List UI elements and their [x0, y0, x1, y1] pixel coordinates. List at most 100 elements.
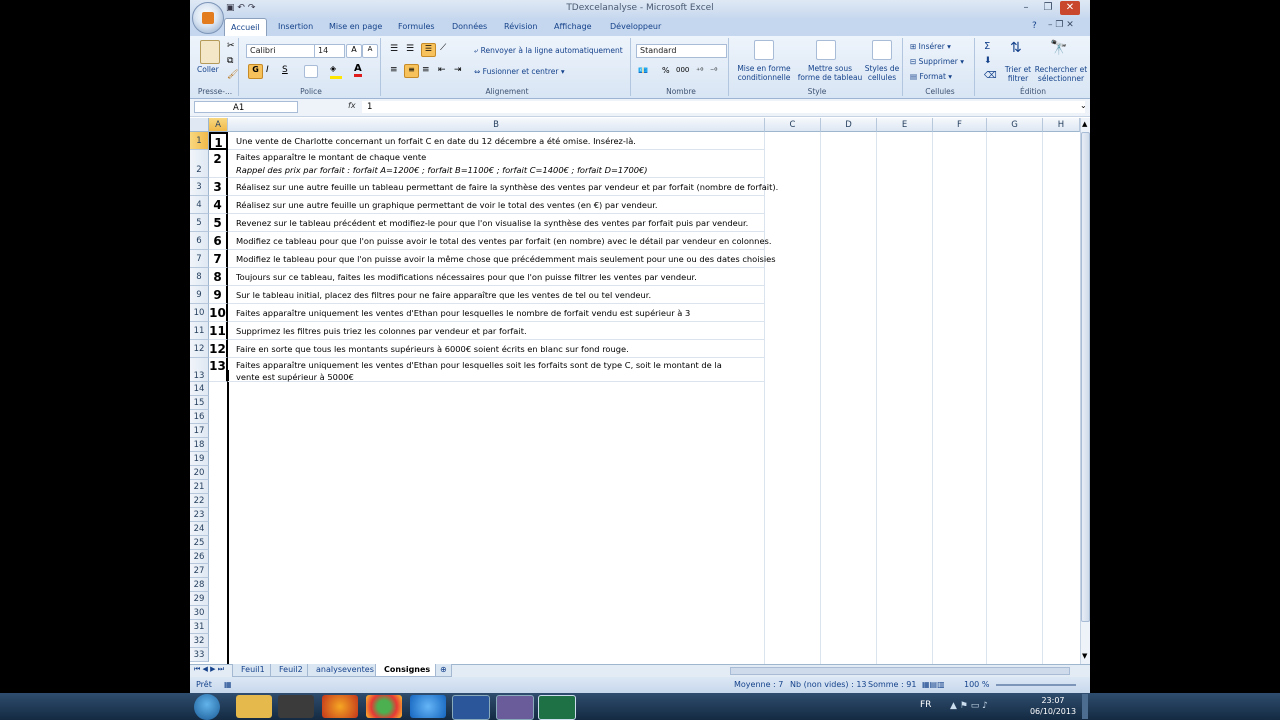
- quick-access-toolbar[interactable]: ▣ ↶ ↷: [226, 3, 255, 15]
- tray-icons[interactable]: ▲ ⚑ ▭ ♪: [950, 701, 988, 711]
- cell-a12[interactable]: 12: [209, 340, 228, 358]
- cell-b7[interactable]: Modifiez le tableau pour que l'on puisse…: [228, 250, 776, 268]
- cell-a2[interactable]: 2: [209, 150, 228, 178]
- align-bottom-icon[interactable]: ☰: [421, 43, 436, 57]
- row-header-25[interactable]: 25: [190, 536, 209, 550]
- format-table-icon[interactable]: [816, 40, 836, 60]
- cell-a3[interactable]: 3: [209, 178, 228, 196]
- row-header-21[interactable]: 21: [190, 480, 209, 494]
- font-color-icon[interactable]: A: [354, 63, 362, 77]
- minimize-button[interactable]: –: [1016, 1, 1036, 15]
- sheet-tab-analyseventes[interactable]: analyseventes: [307, 664, 383, 677]
- tab-insertion[interactable]: Insertion: [272, 18, 319, 36]
- excel-taskbar-icon[interactable]: [538, 695, 576, 720]
- row-header-31[interactable]: 31: [190, 620, 209, 634]
- align-top-icon[interactable]: ☰: [390, 44, 398, 54]
- borders-icon[interactable]: [304, 65, 318, 78]
- paste-icon[interactable]: [200, 40, 220, 64]
- scroll-down-icon[interactable]: ▼: [1082, 652, 1087, 660]
- format-button[interactable]: ▤ Format ▾: [910, 72, 952, 81]
- row-header-5[interactable]: 5: [190, 214, 209, 232]
- media-player-icon[interactable]: [278, 695, 314, 718]
- cut-icon[interactable]: ✂: [227, 41, 235, 51]
- fill-color-icon[interactable]: ◈: [330, 64, 342, 79]
- align-left-icon[interactable]: ≡: [390, 65, 398, 75]
- paste-button[interactable]: Coller: [197, 65, 219, 74]
- chrome-icon[interactable]: [366, 695, 402, 718]
- format-table-button[interactable]: Mettre sous forme de tableau: [796, 64, 864, 82]
- row-header-1[interactable]: 1: [190, 132, 209, 150]
- row-header-4[interactable]: 4: [190, 196, 209, 214]
- row-header-28[interactable]: 28: [190, 578, 209, 592]
- scroll-up-icon[interactable]: ▲: [1082, 120, 1087, 128]
- help-icon[interactable]: ?: [1032, 21, 1037, 31]
- cell-b3[interactable]: Réalisez sur une autre feuille un tablea…: [228, 178, 778, 196]
- vertical-scrollbar[interactable]: ▲ ▼: [1080, 118, 1090, 664]
- tab-mise-en-page[interactable]: Mise en page: [323, 18, 388, 36]
- cell-a6[interactable]: 6: [209, 232, 228, 250]
- tab-revision[interactable]: Révision: [498, 18, 543, 36]
- save-icon[interactable]: ▣: [226, 3, 235, 13]
- expand-formula-icon[interactable]: ⌄: [1080, 101, 1087, 110]
- column-header-e[interactable]: E: [877, 118, 933, 132]
- row-header-26[interactable]: 26: [190, 550, 209, 564]
- cell-a1[interactable]: 1: [209, 132, 228, 150]
- row-header-33[interactable]: 33: [190, 648, 209, 662]
- cell-a5[interactable]: 5: [209, 214, 228, 232]
- clock[interactable]: 23:07 06/10/2013: [1028, 695, 1078, 717]
- cell-b11[interactable]: Supprimez les filtres puis triez les col…: [228, 322, 765, 340]
- spreadsheet-grid[interactable]: A B C D E F G H 1 1 Une vente de Charlot…: [190, 118, 1080, 664]
- column-header-f[interactable]: F: [933, 118, 987, 132]
- shrink-font-icon[interactable]: A: [362, 44, 378, 58]
- office-button[interactable]: [192, 2, 224, 34]
- find-icon[interactable]: 🔭: [1050, 40, 1067, 56]
- tab-formules[interactable]: Formules: [392, 18, 441, 36]
- decrease-indent-icon[interactable]: ⇤: [438, 65, 446, 75]
- name-box[interactable]: A1: [194, 101, 298, 113]
- view-buttons-icon[interactable]: ▦▤▥: [922, 677, 945, 693]
- underline-button[interactable]: S: [282, 65, 288, 75]
- copy-icon[interactable]: ⧉: [227, 56, 233, 66]
- zoom-slider[interactable]: [996, 684, 1076, 686]
- cell-b1[interactable]: Une vente de Charlotte concernant un for…: [228, 132, 765, 150]
- scroll-thumb[interactable]: [1081, 132, 1090, 622]
- find-select-button[interactable]: Rechercher et sélectionner: [1034, 65, 1088, 83]
- fill-icon[interactable]: ⬇: [984, 56, 992, 66]
- cell-a7[interactable]: 7: [209, 250, 228, 268]
- currency-icon[interactable]: 💶: [638, 66, 648, 75]
- cell-b4[interactable]: Réalisez sur une autre feuille un graphi…: [228, 196, 765, 214]
- row-header-32[interactable]: 32: [190, 634, 209, 648]
- tab-developpeur[interactable]: Développeur: [604, 18, 667, 36]
- merge-center-button[interactable]: ⇔ Fusionner et centrer ▾: [474, 67, 565, 76]
- row-header-11[interactable]: 11: [190, 322, 209, 340]
- thousands-button[interactable]: 000: [676, 66, 689, 74]
- row-header-14[interactable]: 14: [190, 382, 209, 396]
- internet-explorer-icon[interactable]: [410, 695, 446, 718]
- row-header-23[interactable]: 23: [190, 508, 209, 522]
- italic-button[interactable]: I: [266, 65, 269, 75]
- insert-button[interactable]: ⊞ Insérer ▾: [910, 42, 951, 51]
- start-button[interactable]: [194, 694, 220, 720]
- decrease-decimal-icon[interactable]: ⁻⁰: [710, 66, 717, 75]
- cell-styles-button[interactable]: Styles de cellules: [864, 64, 900, 82]
- sort-filter-icon[interactable]: ⇅: [1010, 40, 1022, 56]
- cell-b12[interactable]: Faire en sorte que tous les montants sup…: [228, 340, 765, 358]
- sort-filter-button[interactable]: Trier et filtrer: [1002, 65, 1034, 83]
- cell-a9[interactable]: 9: [209, 286, 228, 304]
- row-header-10[interactable]: 10: [190, 304, 209, 322]
- align-middle-icon[interactable]: ☰: [406, 44, 414, 54]
- cell-b9[interactable]: Sur le tableau initial, placez des filtr…: [228, 286, 765, 304]
- column-header-c[interactable]: C: [765, 118, 821, 132]
- column-header-a[interactable]: A: [209, 118, 228, 132]
- format-painter-icon[interactable]: 🖌: [227, 70, 238, 80]
- sheet-tab-feuil2[interactable]: Feuil2: [270, 664, 312, 677]
- sheet-tab-feuil1[interactable]: Feuil1: [232, 664, 274, 677]
- show-desktop-button[interactable]: [1082, 694, 1088, 719]
- fx-icon[interactable]: fx: [348, 101, 356, 110]
- increase-indent-icon[interactable]: ⇥: [454, 65, 462, 75]
- firefox-icon[interactable]: [322, 695, 358, 718]
- app-icon[interactable]: [496, 695, 534, 720]
- cell-styles-icon[interactable]: [872, 40, 892, 60]
- cell-a11[interactable]: 11: [209, 322, 228, 340]
- conditional-format-button[interactable]: Mise en forme conditionnelle: [736, 64, 792, 82]
